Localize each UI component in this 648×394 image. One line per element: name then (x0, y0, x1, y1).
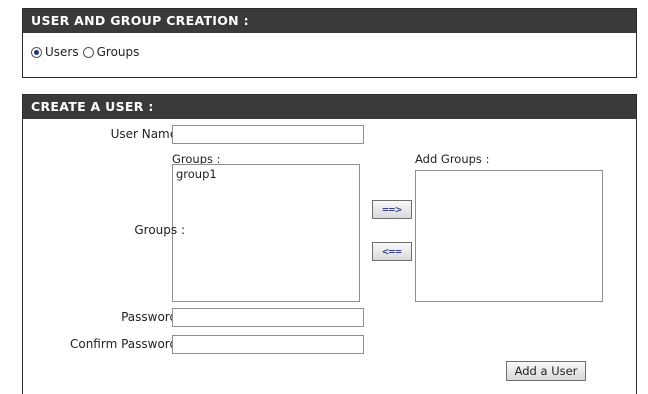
users-radio[interactable] (31, 46, 42, 58)
create-user-panel: CREATE A USER : User Name : Groups : gro… (22, 94, 637, 394)
groups-radio-label[interactable]: Groups (97, 45, 140, 59)
groups-list-item[interactable]: group1 (176, 167, 356, 181)
user-group-creation-panel: USER AND GROUP CREATION : Users Groups (22, 8, 637, 78)
add-user-button[interactable]: Add a User (506, 361, 586, 381)
add-groups-caption: Add Groups : (415, 152, 490, 166)
add-groups-list[interactable] (415, 170, 603, 302)
user-group-creation-header: USER AND GROUP CREATION : (23, 9, 636, 33)
user-name-label: User Name : (110, 127, 185, 141)
groups-list[interactable]: group1 (172, 164, 360, 302)
password-input[interactable] (172, 308, 364, 327)
password-label: Password : (121, 310, 185, 324)
move-left-button[interactable]: <== (372, 242, 412, 261)
user-name-input[interactable] (172, 125, 364, 144)
confirm-password-input[interactable] (172, 335, 364, 354)
confirm-password-label: Confirm Password : (69, 337, 185, 351)
users-radio-label[interactable]: Users (45, 45, 79, 59)
move-right-button[interactable]: ==> (372, 200, 412, 219)
creation-type-radio-group: Users Groups (31, 45, 143, 59)
groups-label: Groups : (134, 223, 185, 237)
groups-radio[interactable] (82, 46, 94, 58)
create-user-header: CREATE A USER : (23, 95, 636, 119)
